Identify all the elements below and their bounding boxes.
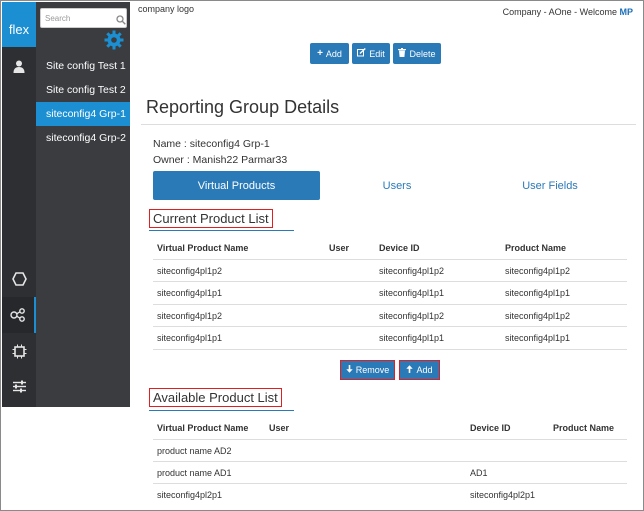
site-item-test1[interactable]: Site config Test 1 [36,54,130,78]
user-initials[interactable]: MP [620,7,634,17]
welcome-label: Company - AOne - Welcome [502,7,620,17]
cell-product-name: siteconfig4pl1p1 [505,333,571,343]
company-logo: company logo [138,4,195,14]
plus-icon: + [317,48,323,59]
gear-icon[interactable] [104,30,124,50]
available-heading-rule [149,410,294,411]
cell-virtual-product: siteconfig4pl1p2 [157,311,223,321]
row-divider [153,349,627,350]
edit-label: Edit [369,48,385,59]
edit-button[interactable]: Edit [352,43,390,64]
row-divider [153,281,627,282]
cell-virtual-product: product name AD2 [157,446,232,456]
user-icon[interactable] [2,52,36,80]
site-item-test2[interactable]: Site config Test 2 [36,78,130,102]
delete-button[interactable]: Delete [393,43,441,64]
row-divider [153,304,627,305]
cell-virtual-product: product name AD1 [157,468,232,478]
app-window: flex Search Site config Test 1 Site conf… [0,0,644,511]
cell-virtual-product: siteconfig4pl1p1 [157,288,223,298]
search-input[interactable]: Search [40,8,127,28]
available-col-product-name: Product Name [553,423,615,433]
row-divider [153,326,627,327]
cell-virtual-product: siteconfig4pl1p1 [157,333,223,343]
welcome-text: Company - AOne - Welcome MP [503,7,633,17]
current-col-virtual-product: Virtual Product Name [157,243,249,253]
add-button[interactable]: + Add [310,43,349,64]
cell-product-name: siteconfig4pl1p2 [505,311,571,321]
cell-product-name: siteconfig4pl1p1 [505,288,571,298]
arrow-down-icon [346,365,353,375]
cell-virtual-product: siteconfig4pl2p1 [157,490,223,500]
cell-device-id: siteconfig4pl1p1 [379,333,445,343]
row-divider [153,461,627,462]
tab-virtual-products[interactable]: Virtual Products [153,171,320,200]
cell-device-id: siteconfig4pl1p2 [379,311,445,321]
current-list-heading: Current Product List [149,209,273,228]
icon-rail: flex [2,2,36,407]
available-col-virtual-product: Virtual Product Name [157,423,249,433]
remove-button[interactable]: Remove [340,360,395,380]
title-divider [141,124,636,125]
cell-virtual-product: siteconfig4pl1p2 [157,266,223,276]
edit-icon [357,47,367,59]
row-divider [153,439,627,440]
tab-users[interactable]: Users [327,171,467,200]
current-col-device-id: Device ID [379,243,420,253]
cell-device-id: AD1 [470,468,488,478]
search-icon[interactable] [116,12,128,30]
cell-device-id: siteconfig4pl2p1 [470,490,536,500]
current-col-product-name: Product Name [505,243,567,253]
group-name: Name : siteconfig4 Grp-1 [153,138,270,150]
remove-label: Remove [355,365,390,375]
available-col-user: User [269,423,290,433]
site-item-grp2[interactable]: siteconfig4 Grp-2 [36,126,130,150]
cell-device-id: siteconfig4pl1p1 [379,288,445,298]
add-product-label: Add [416,365,433,375]
tab-user-fields[interactable]: User Fields [476,171,624,200]
row-divider [153,483,627,484]
chip-icon[interactable] [2,337,36,365]
add-product-button[interactable]: Add [399,360,440,380]
site-item-grp1[interactable]: siteconfig4 Grp-1 [36,102,130,126]
sliders-icon[interactable] [2,372,36,400]
cell-device-id: siteconfig4pl1p2 [379,266,445,276]
current-heading-rule [149,230,294,231]
available-list-heading: Available Product List [149,388,282,407]
add-label: Add [325,48,342,59]
trash-icon [398,48,407,59]
arrow-up-icon [406,365,414,375]
cell-product-name: siteconfig4pl1p2 [505,266,571,276]
available-col-device-id: Device ID [470,423,511,433]
site-list-panel: Search Site config Test 1 Site config Te… [36,2,130,407]
delete-label: Delete [409,48,436,59]
share-nodes-icon[interactable] [2,297,36,333]
current-col-user: User [329,243,350,253]
page-title: Reporting Group Details [146,97,340,117]
hexagon-icon[interactable] [2,265,36,293]
brand-logo[interactable]: flex [2,2,36,47]
row-divider [153,259,627,260]
group-owner: Owner : Manish22 Parmar33 [153,154,288,166]
